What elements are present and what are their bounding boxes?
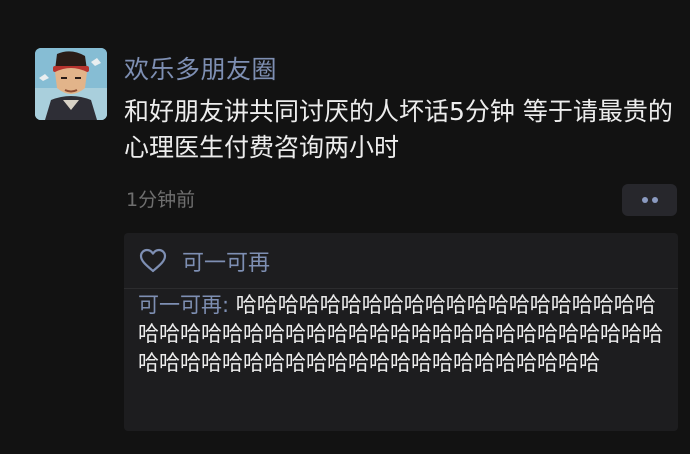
comment-author[interactable]: 可一可再 bbox=[138, 293, 222, 317]
post-content: 和好朋友讲共同讨厌的人坏话5分钟 等于请最贵的心理医生付费咨询两小时 bbox=[124, 97, 673, 162]
post-timestamp: 1分钟前 bbox=[126, 189, 196, 211]
moments-post: 欢乐多朋友圈 和好朋友讲共同讨厌的人坏话5分钟 等于请最贵的心理医生付费咨询两小… bbox=[0, 0, 690, 454]
divider bbox=[124, 288, 678, 289]
post-author-name[interactable]: 欢乐多朋友圈 bbox=[124, 52, 277, 88]
more-actions-button[interactable] bbox=[622, 184, 677, 216]
likes-comments-panel: 可一可再 可一可再: 哈哈哈哈哈哈哈哈哈哈哈哈哈哈哈哈哈哈哈哈哈哈哈哈哈哈哈哈哈… bbox=[124, 233, 678, 431]
avatar[interactable] bbox=[35, 48, 107, 120]
likes-row: 可一可再 bbox=[138, 241, 270, 281]
comment-separator: : bbox=[222, 293, 236, 317]
more-dots-icon bbox=[642, 197, 648, 203]
like-user-name[interactable]: 可一可再 bbox=[182, 245, 270, 277]
avatar-illustration bbox=[35, 48, 107, 120]
comment-item[interactable]: 可一可再: 哈哈哈哈哈哈哈哈哈哈哈哈哈哈哈哈哈哈哈哈哈哈哈哈哈哈哈哈哈哈哈哈哈哈… bbox=[138, 291, 670, 378]
more-dots-icon bbox=[652, 197, 658, 203]
heart-outline-icon bbox=[139, 248, 167, 273]
